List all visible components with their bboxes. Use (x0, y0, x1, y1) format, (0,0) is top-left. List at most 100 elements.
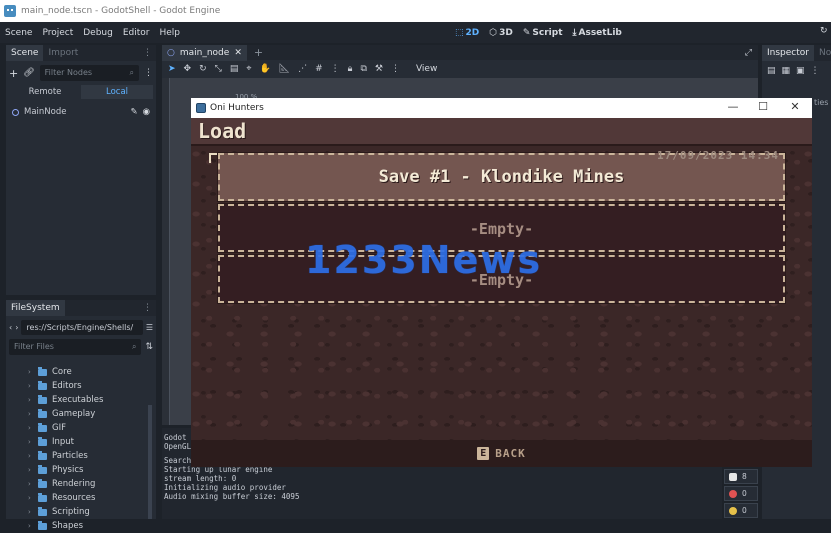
load-title: Load (198, 119, 247, 143)
info-filter[interactable]: 0 (724, 503, 758, 518)
folder-label: Input (52, 437, 75, 447)
link-icon[interactable]: 🔗︎ (23, 68, 34, 78)
back-icon[interactable]: ‹ (9, 323, 12, 332)
folder-item[interactable]: › Editors (28, 379, 156, 393)
vertical-ruler (162, 78, 170, 425)
new-resource-icon[interactable]: ▤ (767, 66, 776, 76)
grid-snap-icon[interactable]: # (315, 64, 323, 74)
tab-main-node[interactable]: ○ main_node ✕ (162, 44, 247, 61)
chevron-right-icon[interactable]: › (28, 452, 38, 460)
move-icon[interactable]: ✥ (184, 64, 192, 74)
more-icon[interactable]: ⋮ (811, 66, 820, 76)
menu-icon[interactable]: ⋮ (144, 68, 153, 78)
folder-icon (38, 394, 47, 404)
bone-icon[interactable]: ⚒ (375, 64, 383, 74)
tab-filesystem[interactable]: FileSystem (6, 300, 65, 316)
errors-filter[interactable]: 0 (724, 486, 758, 501)
close-icon[interactable]: ✕ (234, 48, 242, 58)
sort-icon[interactable]: ⇅ (145, 342, 153, 352)
chevron-right-icon[interactable]: › (28, 410, 38, 418)
folder-item[interactable]: › Physics (28, 463, 156, 477)
folder-item[interactable]: › Particles (28, 449, 156, 463)
folder-item[interactable]: › Scripting (28, 505, 156, 519)
open-icon[interactable]: ▦ (782, 66, 791, 76)
reload-icon[interactable]: ↻ (820, 26, 828, 36)
folder-item[interactable]: › Shapes (28, 519, 156, 533)
folder-label: Rendering (52, 479, 96, 489)
path-field[interactable]: res://Scripts/Engine/Shells/ (21, 320, 143, 335)
pivot-icon[interactable]: ⌖ (246, 64, 251, 74)
folder-item[interactable]: › Executables (28, 393, 156, 407)
tab-node[interactable]: Node (814, 45, 831, 61)
tab-inspector[interactable]: Inspector (762, 45, 814, 61)
warnings-filter[interactable]: 8 (724, 469, 758, 484)
more-icon[interactable]: ⋮ (331, 64, 340, 74)
menu-project[interactable]: Project (37, 28, 78, 38)
forward-icon[interactable]: › (15, 323, 18, 332)
filter-files-input[interactable]: Filter Files ⌕ (9, 339, 142, 355)
group-icon[interactable]: ⧉ (360, 64, 366, 74)
folder-item[interactable]: › Gameplay (28, 407, 156, 421)
workspace-3d-button[interactable]: ⬡ 3D (484, 28, 518, 38)
scale-icon[interactable]: ⤡ (215, 64, 222, 74)
menu-scene[interactable]: Scene (0, 28, 37, 38)
chevron-right-icon[interactable]: › (28, 480, 38, 488)
folder-label: Physics (52, 465, 84, 475)
script-attached-icon[interactable]: ✎ (130, 107, 137, 117)
close-icon[interactable]: ✕ (780, 100, 810, 113)
scene-tree-root[interactable]: MainNode ✎ ◉ (6, 99, 156, 125)
maximize-icon[interactable]: ☐ (748, 100, 778, 113)
menu-editor[interactable]: Editor (118, 28, 155, 38)
select-mode-icon[interactable]: ➤ (168, 64, 176, 74)
ruler-icon[interactable]: 📐︎ (279, 64, 290, 74)
save-icon[interactable]: ▣ (796, 66, 805, 76)
distraction-free-icon[interactable]: ⤢ (745, 48, 752, 58)
add-node-icon[interactable]: + (9, 67, 18, 80)
workspace-2d-button[interactable]: ⬚ 2D (450, 28, 484, 38)
more-icon[interactable]: ⋮ (143, 303, 152, 313)
game-app-icon (196, 103, 206, 113)
visibility-icon[interactable]: ◉ (143, 107, 150, 117)
remote-toggle[interactable]: Remote (9, 85, 81, 99)
list-view-icon[interactable]: ☰ (146, 323, 153, 332)
chevron-right-icon[interactable]: › (28, 466, 38, 474)
folder-label: Core (52, 367, 72, 377)
rotate-icon[interactable]: ↻ (199, 64, 207, 74)
folder-item[interactable]: › GIF (28, 421, 156, 435)
scrollbar[interactable] (148, 405, 152, 519)
folder-item[interactable]: › Input (28, 435, 156, 449)
view-menu[interactable]: View (416, 64, 437, 74)
folder-icon (38, 408, 47, 418)
save-slot-1[interactable]: 17/09/2023 14:34 Save #1 - Klondike Mine… (217, 149, 786, 202)
back-button[interactable]: BACK (495, 447, 526, 460)
pan-icon[interactable]: ✋ (259, 64, 270, 74)
more-icon[interactable]: ⋮ (143, 48, 152, 58)
filter-nodes-input[interactable]: Filter Nodes ⌕ (39, 65, 139, 81)
minimize-icon[interactable]: — (718, 100, 748, 113)
add-tab-icon[interactable]: + (254, 46, 263, 59)
chevron-right-icon[interactable]: › (28, 508, 38, 516)
save-slot-name: -Empty- (469, 220, 534, 238)
more-icon[interactable]: ⋮ (391, 64, 400, 74)
folder-item[interactable]: › Rendering (28, 477, 156, 491)
workspace-assetlib-button[interactable]: ⤓ AssetLib (568, 28, 627, 38)
tab-scene[interactable]: Scene (6, 45, 44, 61)
chevron-right-icon[interactable]: › (28, 424, 38, 432)
folder-item[interactable]: › Core (28, 365, 156, 379)
menu-debug[interactable]: Debug (78, 28, 118, 38)
workspace-script-button[interactable]: ✎ Script (518, 28, 568, 38)
menu-help[interactable]: Help (155, 28, 186, 38)
tab-import[interactable]: Import (43, 45, 83, 61)
lock-icon[interactable]: 🔒︎ (348, 64, 353, 74)
local-toggle[interactable]: Local (81, 85, 153, 99)
chevron-right-icon[interactable]: › (28, 368, 38, 376)
folder-item[interactable]: › Resources (28, 491, 156, 505)
chevron-right-icon[interactable]: › (28, 396, 38, 404)
chevron-right-icon[interactable]: › (28, 382, 38, 390)
chevron-right-icon[interactable]: › (28, 438, 38, 446)
list-select-icon[interactable]: ▤ (230, 64, 239, 74)
chevron-right-icon[interactable]: › (28, 494, 38, 502)
save-slot-date: 17/09/2023 14:34 (657, 149, 779, 162)
smart-snap-icon[interactable]: ⋰ (298, 64, 307, 74)
chevron-right-icon[interactable]: › (28, 522, 38, 530)
